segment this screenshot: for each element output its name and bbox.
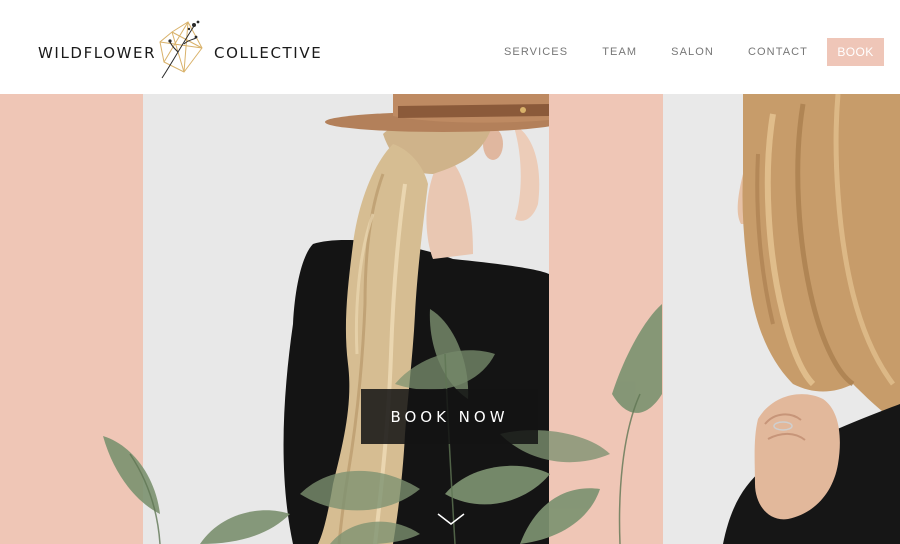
chevron-down-icon[interactable]: [436, 511, 466, 527]
book-now-button[interactable]: BOOK NOW: [361, 389, 538, 444]
geometric-terrarium-flower-icon[interactable]: [158, 18, 204, 80]
nav-item-salon[interactable]: SALON: [671, 46, 714, 58]
plant-leaves-decoration: [103, 304, 662, 544]
nav-item-contact[interactable]: CONTACT: [748, 46, 808, 58]
brand-name-left[interactable]: WILDFLOWER: [38, 44, 156, 62]
main-nav: SERVICES TEAM SALON CONTACT BOOK: [504, 38, 884, 66]
hero-section: BOOK NOW: [0, 94, 900, 544]
nav-item-services[interactable]: SERVICES: [504, 46, 568, 58]
brand-name-right[interactable]: COLLECTIVE: [214, 44, 322, 62]
nav-item-team[interactable]: TEAM: [602, 46, 637, 58]
book-button[interactable]: BOOK: [827, 38, 884, 66]
site-header: WILDFLOWER COLLECTIVE SERVICES TEAM SALO…: [0, 0, 900, 94]
